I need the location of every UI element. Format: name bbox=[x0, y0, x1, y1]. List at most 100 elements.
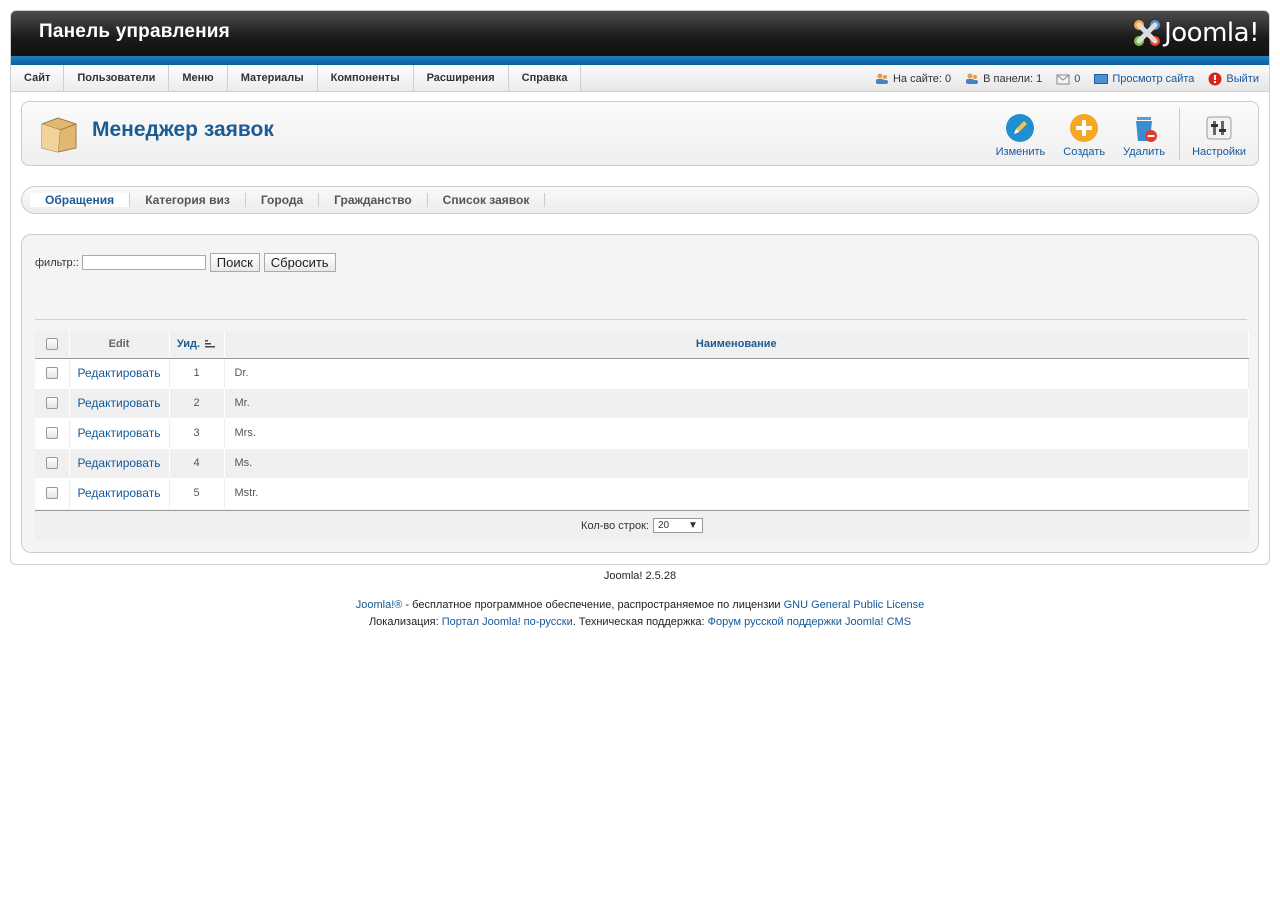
on-site-count: На сайте: 0 bbox=[892, 72, 952, 85]
logout-label: Выйти bbox=[1226, 72, 1259, 85]
row-id: 1 bbox=[169, 358, 225, 389]
row-checkbox-cell bbox=[35, 448, 70, 479]
row-checkbox[interactable] bbox=[45, 367, 58, 380]
filter-label: фильтр:: bbox=[35, 256, 79, 269]
row-name: Mr. bbox=[224, 388, 1249, 419]
settings-label: Настройки bbox=[1192, 146, 1246, 158]
trash-icon bbox=[1136, 117, 1158, 142]
select-all-checkbox[interactable] bbox=[45, 338, 58, 351]
view-site-link[interactable]: Просмотр сайта bbox=[1094, 73, 1194, 85]
menu-item-users[interactable]: Пользователи bbox=[64, 65, 170, 91]
logout-icon bbox=[1208, 72, 1222, 85]
menu-item-help[interactable]: Справка bbox=[508, 65, 582, 91]
admin-window: Панель управления Joomla! Сайт Пользоват… bbox=[10, 10, 1270, 565]
delete-button[interactable]: Удалить bbox=[1117, 108, 1171, 158]
submenu-item-applications[interactable]: Список заявок bbox=[428, 193, 546, 207]
delete-label: Удалить bbox=[1123, 146, 1166, 158]
toolbar-separator bbox=[1179, 108, 1181, 160]
row-edit-link[interactable]: Редактировать bbox=[69, 418, 170, 449]
row-checkbox[interactable] bbox=[45, 397, 58, 410]
filter-bar: фильтр:: Поиск Сбросить bbox=[35, 253, 336, 272]
logo-text: Joomla! bbox=[1164, 18, 1259, 48]
reset-button[interactable]: Сбросить bbox=[263, 253, 336, 272]
joomla-logo: Joomla! bbox=[1132, 17, 1259, 49]
row-checkbox-cell bbox=[35, 418, 70, 449]
row-edit-link[interactable]: Редактировать bbox=[69, 358, 170, 389]
status-on-site: На сайте: 0 bbox=[875, 73, 951, 85]
id-column-header[interactable]: Уид. bbox=[169, 331, 225, 359]
search-button[interactable]: Поиск bbox=[209, 253, 260, 272]
items-table: Edit Уид. Наименование Редактировать 1 D… bbox=[35, 331, 1249, 509]
rows-per-page-select[interactable]: 20 ▼ bbox=[652, 518, 703, 533]
row-id: 4 bbox=[169, 448, 225, 479]
view-site-label: Просмотр сайта bbox=[1112, 72, 1195, 85]
edit-label: Изменить bbox=[995, 146, 1046, 158]
id-header-label: Уид. bbox=[176, 338, 201, 351]
menu-item-extensions[interactable]: Расширения bbox=[413, 65, 509, 91]
forum-link[interactable]: Форум русской поддержки Joomla! CMS bbox=[708, 616, 911, 628]
portal-link[interactable]: Портал Joomla! по-русски bbox=[442, 616, 573, 628]
sort-icon bbox=[205, 339, 216, 348]
table-row: Редактировать 4 Ms. bbox=[35, 448, 1249, 479]
header-band bbox=[11, 56, 1269, 65]
footer-license: Joomla!® - бесплатное программное обеспе… bbox=[0, 599, 1280, 611]
row-checkbox[interactable] bbox=[45, 457, 58, 470]
row-edit-link[interactable]: Редактировать bbox=[69, 448, 170, 479]
row-name: Mrs. bbox=[224, 418, 1249, 449]
in-panel-count: В панели: 1 bbox=[983, 72, 1043, 85]
submenu-item-citizenship[interactable]: Гражданство bbox=[319, 193, 428, 207]
joomla-link[interactable]: Joomla!® bbox=[356, 599, 403, 611]
table-row: Редактировать 3 Mrs. bbox=[35, 418, 1249, 449]
row-checkbox-cell bbox=[35, 478, 70, 509]
main-panel: фильтр:: Поиск Сбросить Edit Уид. Наимен… bbox=[21, 234, 1259, 553]
joomla-logo-icon bbox=[1134, 20, 1161, 46]
select-all-header bbox=[35, 331, 70, 359]
row-id: 2 bbox=[169, 388, 225, 419]
license-text: - бесплатное программное обеспечение, ра… bbox=[402, 599, 784, 611]
row-checkbox[interactable] bbox=[45, 487, 58, 500]
submenu-bar: Обращения Категория виз Города Гражданст… bbox=[21, 186, 1259, 214]
users-icon bbox=[875, 73, 888, 84]
messages-link[interactable]: 0 bbox=[1056, 73, 1080, 85]
menu-item-content[interactable]: Материалы bbox=[227, 65, 318, 91]
dropdown-arrow-icon: ▼ bbox=[688, 520, 698, 531]
status-in-panel: В панели: 1 bbox=[965, 73, 1042, 85]
row-checkbox-cell bbox=[35, 388, 70, 419]
row-edit-link[interactable]: Редактировать bbox=[69, 388, 170, 419]
page-title: Менеджер заявок bbox=[92, 118, 274, 141]
table-row: Редактировать 2 Mr. bbox=[35, 388, 1249, 419]
create-label: Создать bbox=[1063, 146, 1106, 158]
settings-button[interactable]: Настройки bbox=[1186, 108, 1252, 158]
filter-input[interactable] bbox=[81, 255, 206, 270]
create-button[interactable]: Создать bbox=[1057, 108, 1111, 158]
menu-item-components[interactable]: Компоненты bbox=[317, 65, 414, 91]
support-label: . Техническая поддержка: bbox=[572, 616, 708, 628]
license-link[interactable]: GNU General Public License bbox=[784, 599, 925, 611]
name-column-header[interactable]: Наименование bbox=[224, 331, 1249, 359]
divider bbox=[35, 319, 1247, 320]
row-id: 3 bbox=[169, 418, 225, 449]
table-row: Редактировать 1 Dr. bbox=[35, 358, 1249, 389]
menu-item-site[interactable]: Сайт bbox=[11, 65, 65, 91]
submenu-item-cities[interactable]: Города bbox=[246, 193, 320, 207]
row-name: Mstr. bbox=[224, 478, 1249, 509]
row-name: Dr. bbox=[224, 358, 1249, 389]
edit-column-header: Edit bbox=[69, 331, 170, 359]
header-bar: Панель управления Joomla! bbox=[11, 11, 1269, 56]
row-id: 5 bbox=[169, 478, 225, 509]
menu-item-menus[interactable]: Меню bbox=[169, 65, 228, 91]
logout-link[interactable]: Выйти bbox=[1208, 72, 1259, 86]
submenu-item-requests[interactable]: Обращения bbox=[30, 193, 131, 207]
submenu-item-visa-categories[interactable]: Категория виз bbox=[130, 193, 246, 207]
row-checkbox[interactable] bbox=[45, 427, 58, 440]
rows-per-page-value: 20 bbox=[657, 520, 670, 531]
edit-button[interactable]: Изменить bbox=[990, 108, 1052, 158]
pagination-bar: Кол-во строк: 20 ▼ bbox=[35, 510, 1249, 540]
footer-localization: Локализация: Портал Joomla! по-русски. Т… bbox=[0, 616, 1280, 628]
row-edit-link[interactable]: Редактировать bbox=[69, 478, 170, 509]
status-bar: На сайте: 0 В панели: 1 0 Просмотр сайта… bbox=[875, 65, 1259, 92]
mail-icon bbox=[1056, 74, 1070, 84]
monitor-icon bbox=[1094, 73, 1109, 84]
component-box-icon bbox=[41, 117, 77, 153]
localization-label: Локализация: bbox=[368, 616, 442, 628]
